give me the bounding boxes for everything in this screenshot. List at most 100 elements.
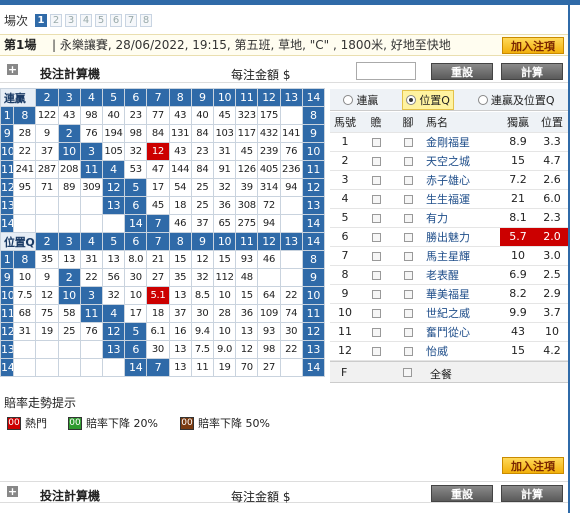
banker-checkbox[interactable]	[371, 137, 381, 147]
leg-checkbox[interactable]	[403, 308, 413, 318]
quinella-odds-cell[interactable]: 144	[168, 160, 192, 179]
quinella-odds-cell[interactable]: 323	[235, 106, 259, 125]
quinella-odds-cell[interactable]: 275	[235, 214, 259, 233]
calculate-button[interactable]: 計算	[501, 63, 563, 80]
banker-checkbox[interactable]	[371, 232, 381, 242]
quinella-odds-cell[interactable]: 72	[257, 196, 281, 215]
place_q-odds-cell[interactable]: 6.1	[146, 322, 170, 341]
reset-button-bottom[interactable]: 重設	[431, 485, 493, 502]
pool-radio-both[interactable]: 連贏及位置Q	[475, 91, 558, 109]
place_q-odds-cell[interactable]: 112	[212, 268, 237, 287]
race-tab-1[interactable]: 1	[35, 13, 48, 27]
quinella-odds-cell[interactable]: 23	[190, 142, 214, 161]
banker-checkbox[interactable]	[371, 289, 381, 299]
place_q-odds-cell[interactable]: 10	[124, 286, 148, 305]
quinella-odds-cell[interactable]: 18	[168, 196, 192, 215]
quinella-odds-cell[interactable]: 39	[235, 178, 259, 197]
place_q-odds-cell[interactable]: 12	[235, 340, 259, 359]
calculate-button-bottom[interactable]: 計算	[501, 485, 563, 502]
place_q-odds-cell[interactable]: 22	[79, 268, 103, 287]
place_q-odds-cell[interactable]: 12	[190, 250, 214, 269]
place_q-odds-cell[interactable]: 75	[35, 304, 59, 323]
place_q-odds-cell[interactable]: 27	[257, 358, 281, 377]
quinella-odds-cell[interactable]: 309	[79, 178, 103, 197]
place_q-odds-cell[interactable]: 22	[279, 340, 303, 359]
horse-name-link[interactable]: 馬主星輝	[424, 246, 500, 266]
quinella-odds-cell[interactable]: 17	[146, 178, 170, 197]
quinella-odds-cell[interactable]: 89	[57, 178, 81, 197]
place_q-odds-cell[interactable]: 11	[190, 358, 214, 377]
place_q-odds-cell[interactable]: 13	[168, 286, 192, 305]
horse-name-link[interactable]: 有力	[424, 208, 500, 228]
place_q-odds-cell[interactable]: 10	[212, 322, 237, 341]
place_q-odds-cell[interactable]: 22	[279, 286, 303, 305]
place_q-odds-cell[interactable]: 76	[79, 322, 103, 341]
leg-checkbox[interactable]	[403, 327, 413, 337]
leg-checkbox[interactable]	[403, 194, 413, 204]
banker-checkbox[interactable]	[371, 251, 381, 261]
banker-checkbox[interactable]	[371, 213, 381, 223]
place_q-odds-cell[interactable]: 9.4	[190, 322, 214, 341]
place_q-odds-cell[interactable]: 36	[235, 304, 259, 323]
place_q-odds-cell[interactable]: 93	[257, 322, 281, 341]
place_q-odds-cell[interactable]: 93	[235, 250, 259, 269]
place_q-odds-cell[interactable]: 37	[168, 304, 192, 323]
place_q-odds-cell[interactable]: 46	[257, 250, 281, 269]
place_q-odds-cell[interactable]: 16	[168, 322, 192, 341]
place_q-odds-cell[interactable]: 19	[35, 322, 59, 341]
place_q-odds-cell[interactable]: 9	[35, 268, 59, 287]
place_q-odds-cell[interactable]: 9.0	[212, 340, 237, 359]
place_q-odds-cell[interactable]: 13	[168, 340, 192, 359]
horse-name-link[interactable]: 金剛福星	[424, 132, 500, 152]
quinella-odds-cell[interactable]: 84	[146, 124, 170, 143]
banker-checkbox[interactable]	[371, 156, 381, 166]
quinella-odds-cell[interactable]: 84	[190, 124, 214, 143]
quinella-odds-cell[interactable]: 287	[35, 160, 59, 179]
banker-checkbox[interactable]	[371, 327, 381, 337]
quinella-odds-cell[interactable]: 94	[279, 178, 303, 197]
place_q-odds-cell[interactable]: 30	[279, 322, 303, 341]
quinella-odds-cell[interactable]: 28	[13, 124, 37, 143]
place_q-odds-cell[interactable]: 19	[212, 358, 237, 377]
horse-name-link[interactable]: 赤子雄心	[424, 170, 500, 190]
race-tab-7[interactable]: 7	[125, 13, 138, 27]
quinella-odds-cell[interactable]: 71	[35, 178, 59, 197]
expand-plus-icon[interactable]: +	[7, 64, 18, 75]
reset-button[interactable]: 重設	[431, 63, 493, 80]
quinella-odds-cell[interactable]: 9	[35, 124, 59, 143]
banker-checkbox[interactable]	[371, 308, 381, 318]
place_q-odds-cell[interactable]: 35	[168, 268, 192, 287]
place_q-odds-cell[interactable]: 30	[190, 304, 214, 323]
quinella-odds-cell[interactable]: 53	[124, 160, 148, 179]
quinella-odds-cell[interactable]: 22	[13, 142, 37, 161]
place_q-odds-cell[interactable]: 21	[146, 250, 170, 269]
quinella-odds-cell[interactable]: 141	[279, 124, 303, 143]
quinella-odds-cell[interactable]: 98	[79, 106, 103, 125]
horse-name-link[interactable]: 天空之城	[424, 151, 500, 171]
place_q-odds-cell[interactable]: 13	[235, 322, 259, 341]
quinella-odds-cell[interactable]: 308	[235, 196, 259, 215]
place_q-odds-cell[interactable]: 32	[101, 286, 126, 305]
place_q-odds-cell[interactable]: 56	[101, 268, 126, 287]
quinella-odds-cell[interactable]: 239	[257, 142, 281, 161]
leg-checkbox[interactable]	[403, 289, 413, 299]
leg-checkbox[interactable]	[403, 213, 413, 223]
place_q-odds-cell[interactable]: 13	[57, 250, 81, 269]
quinella-odds-cell[interactable]: 40	[190, 106, 214, 125]
quinella-odds-cell[interactable]: 37	[35, 142, 59, 161]
horse-name-link[interactable]: 華美福星	[424, 284, 500, 304]
quinella-odds-cell[interactable]: 45	[212, 106, 237, 125]
horse-name-link[interactable]: 怡威	[424, 341, 500, 361]
place_q-odds-cell[interactable]: 13	[101, 250, 126, 269]
field-checkbox[interactable]	[403, 368, 412, 377]
place_q-odds-cell[interactable]: 74	[279, 304, 303, 323]
place_q-odds-cell[interactable]: 12	[35, 286, 59, 305]
quinella-odds-cell[interactable]: 91	[212, 160, 237, 179]
place_q-odds-cell[interactable]: 13	[168, 358, 192, 377]
place_q-odds-cell[interactable]: 7.5	[13, 286, 37, 305]
quinella-odds-cell[interactable]: 12	[146, 142, 170, 161]
place_q-odds-cell[interactable]: 109	[257, 304, 281, 323]
place_q-odds-cell[interactable]: 10	[13, 268, 37, 287]
quinella-odds-cell[interactable]: 94	[257, 214, 281, 233]
quinella-odds-cell[interactable]: 117	[235, 124, 259, 143]
